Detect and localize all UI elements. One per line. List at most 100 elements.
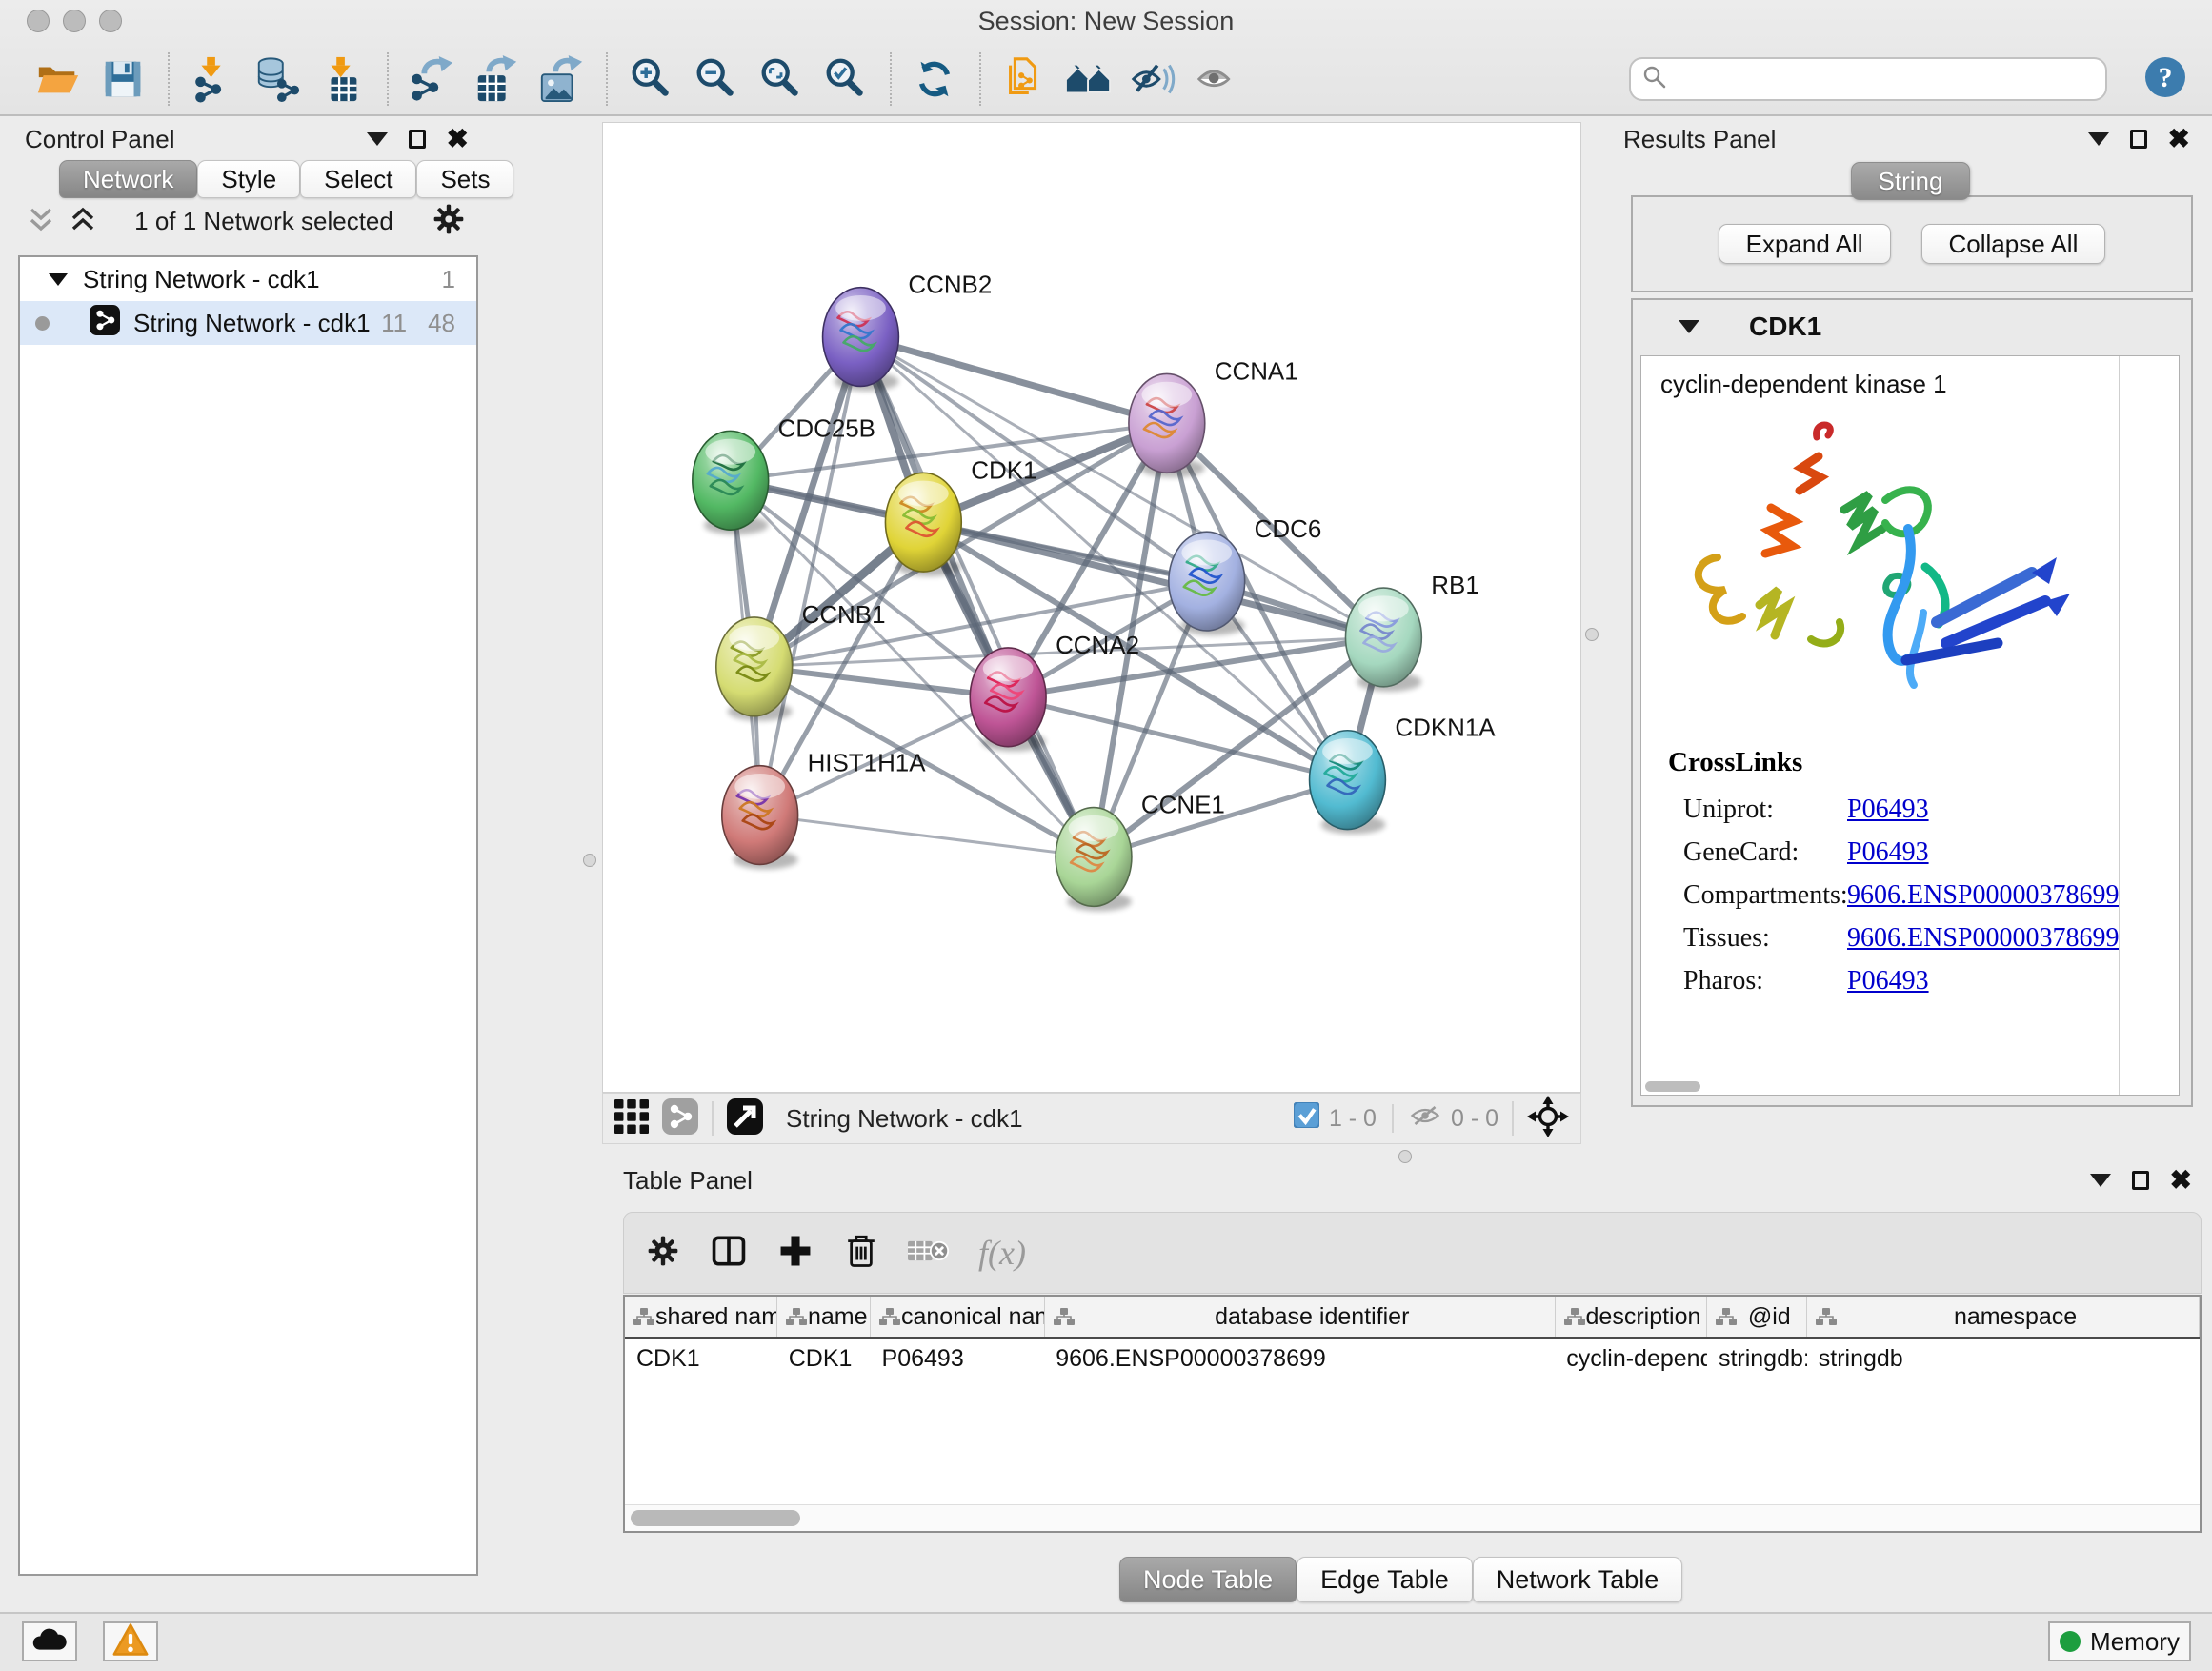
- table-hscrollbar[interactable]: [625, 1504, 2200, 1531]
- table-options-gear-icon[interactable]: [645, 1233, 681, 1274]
- crosslink-value-link[interactable]: 9606.ENSP00000378699: [1847, 874, 2119, 916]
- network-canvas[interactable]: CCNB2CCNA1CDC25BCDK1CDC6RB1CCNB1CCNA2CDK…: [602, 122, 1581, 1093]
- collapse-all-networks-icon[interactable]: [27, 204, 55, 239]
- panel-menu-icon[interactable]: [2088, 132, 2109, 146]
- crosslink-value-link[interactable]: P06493: [1847, 831, 1929, 874]
- column-header-shared-name[interactable]: shared name: [625, 1297, 777, 1337]
- hidden-eye-icon[interactable]: [1409, 1101, 1441, 1137]
- float-panel-icon[interactable]: [409, 130, 426, 149]
- function-builder-button[interactable]: f(x): [978, 1233, 1026, 1273]
- network-graph[interactable]: CCNB2CCNA1CDC25BCDK1CDC6RB1CCNB1CCNA2CDK…: [603, 123, 1580, 1092]
- table-cell[interactable]: CDK1: [625, 1339, 777, 1380]
- import-database-button[interactable]: [251, 52, 303, 106]
- table-cell[interactable]: P06493: [871, 1339, 1045, 1380]
- cloud-status-button[interactable]: [22, 1621, 77, 1661]
- expand-all-button[interactable]: Expand All: [1719, 224, 1891, 264]
- fit-selected-crosshair-icon[interactable]: [1527, 1096, 1569, 1142]
- import-table-button[interactable]: [316, 52, 368, 106]
- import-network-button[interactable]: [187, 52, 238, 106]
- results-panel: Results Panel ✖ String Expand All Collap…: [1619, 122, 2202, 1113]
- right-splitter-handle[interactable]: [1585, 628, 1599, 641]
- show-all-networks-button[interactable]: [1063, 52, 1115, 106]
- tab-sets[interactable]: Sets: [416, 160, 513, 198]
- export-image-button[interactable]: [535, 52, 587, 106]
- search-input[interactable]: [1675, 61, 2094, 97]
- tab-select[interactable]: Select: [300, 160, 416, 198]
- column-header-description[interactable]: description: [1556, 1297, 1708, 1337]
- collapse-all-button[interactable]: Collapse All: [1921, 224, 2106, 264]
- grid-view-icon[interactable]: [614, 1099, 649, 1138]
- table-hscroll-thumb[interactable]: [631, 1510, 800, 1526]
- delete-table-icon[interactable]: [908, 1237, 950, 1270]
- show-columns-icon[interactable]: [710, 1232, 748, 1275]
- save-session-button[interactable]: [97, 52, 149, 106]
- gene-header-row[interactable]: CDK1: [1633, 300, 2191, 353]
- network-row[interactable]: String Network - cdk1 11 48: [20, 301, 476, 345]
- clone-network-button[interactable]: [998, 52, 1050, 106]
- zoom-out-button[interactable]: [690, 52, 741, 106]
- create-column-icon[interactable]: [776, 1232, 814, 1275]
- tab-string[interactable]: String: [1851, 162, 1971, 200]
- network-node-CDKN1A[interactable]: CDKN1A: [1310, 715, 1497, 835]
- apply-layout-button[interactable]: [909, 52, 960, 106]
- crosslink-value-link[interactable]: P06493: [1847, 788, 1929, 831]
- column-header-name[interactable]: name: [777, 1297, 871, 1337]
- crosslink-value-link[interactable]: P06493: [1847, 959, 1929, 1002]
- column-header--id[interactable]: @id: [1707, 1297, 1807, 1337]
- collection-expand-icon[interactable]: [49, 273, 68, 286]
- memory-button[interactable]: Memory: [2048, 1621, 2191, 1661]
- help-icon: ?: [2143, 87, 2187, 103]
- selected-checkbox-icon[interactable]: [1294, 1102, 1319, 1135]
- close-panel-icon[interactable]: ✖: [2168, 126, 2190, 152]
- titlebar[interactable]: Session: New Session: [0, 0, 2212, 42]
- table-cell[interactable]: 9606.ENSP00000378699: [1044, 1339, 1555, 1380]
- gene-collapse-icon[interactable]: [1679, 320, 1699, 333]
- panel-menu-icon[interactable]: [2090, 1174, 2111, 1187]
- column-header-canonical-name[interactable]: canonical name: [871, 1297, 1045, 1337]
- float-panel-icon[interactable]: [2130, 130, 2147, 149]
- delete-column-trash-icon[interactable]: [843, 1231, 879, 1276]
- table-cell[interactable]: stringdb:9...: [1707, 1339, 1807, 1380]
- network-node-HIST1H1A[interactable]: HIST1H1A: [722, 751, 926, 870]
- node-label-RB1: RB1: [1431, 573, 1478, 599]
- float-panel-icon[interactable]: [2132, 1171, 2149, 1190]
- column-header-namespace[interactable]: namespace: [1807, 1297, 2200, 1337]
- network-collection-row[interactable]: String Network - cdk1 1: [20, 257, 476, 301]
- table-cell[interactable]: stringdb: [1807, 1339, 2200, 1380]
- open-folder-icon: [34, 55, 82, 103]
- network-badge-icon[interactable]: [662, 1098, 698, 1139]
- zoom-in-button[interactable]: [625, 52, 676, 106]
- export-network-button[interactable]: [406, 52, 457, 106]
- results-hscroll-thumb[interactable]: [1645, 1081, 1700, 1092]
- export-table-button[interactable]: [471, 52, 522, 106]
- close-panel-icon[interactable]: ✖: [2170, 1167, 2192, 1194]
- open-session-button[interactable]: [32, 52, 84, 106]
- table-row[interactable]: CDK1CDK1P064939606.ENSP00000378699cyclin…: [625, 1339, 2200, 1380]
- tab-network-table[interactable]: Network Table: [1473, 1557, 1683, 1602]
- help-button[interactable]: ?: [2143, 55, 2187, 104]
- network-node-RB1[interactable]: RB1: [1345, 573, 1478, 692]
- table-cell[interactable]: CDK1: [777, 1339, 871, 1380]
- tab-node-table[interactable]: Node Table: [1119, 1557, 1297, 1602]
- hide-graphics-details-button[interactable]: [1128, 52, 1179, 106]
- expand-all-networks-icon[interactable]: [69, 204, 97, 239]
- left-splitter-handle[interactable]: [583, 854, 596, 867]
- crosslink-value-link[interactable]: 9606.ENSP00000378699: [1847, 916, 2119, 959]
- tab-network[interactable]: Network: [59, 160, 197, 198]
- network-options-gear-icon[interactable]: [431, 201, 467, 242]
- warning-status-button[interactable]: [103, 1621, 158, 1661]
- zoom-fit-button[interactable]: [754, 52, 806, 106]
- network-node-CCNA1[interactable]: CCNA1: [1129, 358, 1298, 477]
- network-node-CCNE1[interactable]: CCNE1: [1056, 793, 1225, 912]
- tab-style[interactable]: Style: [197, 160, 300, 198]
- zoom-selected-button[interactable]: [819, 52, 871, 106]
- table-cell[interactable]: cyclin-dependent ...: [1555, 1339, 1707, 1380]
- bottom-splitter-handle[interactable]: [1398, 1150, 1412, 1163]
- column-header-database-identifier[interactable]: database identifier: [1045, 1297, 1556, 1337]
- tab-edge-table[interactable]: Edge Table: [1297, 1557, 1473, 1602]
- show-hide-eye-button[interactable]: [1193, 52, 1244, 106]
- panel-menu-icon[interactable]: [367, 132, 388, 146]
- network-node-CCNB2[interactable]: CCNB2: [823, 272, 993, 392]
- close-panel-icon[interactable]: ✖: [447, 126, 469, 152]
- birdseye-view-icon[interactable]: [727, 1098, 763, 1139]
